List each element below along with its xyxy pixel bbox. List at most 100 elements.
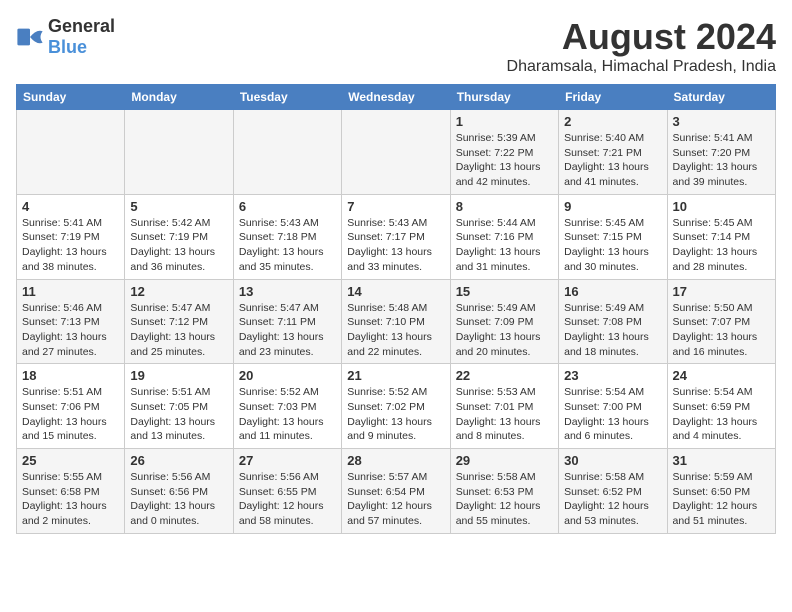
logo-general: General [48,16,115,36]
calendar-cell [125,110,233,195]
day-number: 9 [564,199,661,214]
day-info: Sunrise: 5:59 AM Sunset: 6:50 PM Dayligh… [673,470,770,529]
calendar-cell: 10 Sunrise: 5:45 AM Sunset: 7:14 PM Dayli… [667,194,775,279]
calendar-cell: 9 Sunrise: 5:45 AM Sunset: 7:15 PM Daylig… [559,194,667,279]
calendar-cell: 20 Sunrise: 5:52 AM Sunset: 7:03 PM Dayli… [233,364,341,449]
day-number: 3 [673,114,770,129]
subtitle: Dharamsala, Himachal Pradesh, India [507,58,776,76]
day-info: Sunrise: 5:48 AM Sunset: 7:10 PM Dayligh… [347,301,444,360]
calendar-cell: 31 Sunrise: 5:59 AM Sunset: 6:50 PM Dayli… [667,449,775,534]
day-info: Sunrise: 5:52 AM Sunset: 7:03 PM Dayligh… [239,385,336,444]
day-number: 26 [130,453,227,468]
day-number: 5 [130,199,227,214]
day-info: Sunrise: 5:54 AM Sunset: 7:00 PM Dayligh… [564,385,661,444]
day-number: 22 [456,368,553,383]
weekday-header: Saturday [667,85,775,110]
logo-text: General Blue [48,16,115,58]
day-number: 10 [673,199,770,214]
calendar-cell: 8 Sunrise: 5:44 AM Sunset: 7:16 PM Daylig… [450,194,558,279]
calendar-week-row: 1Sunrise: 5:39 AM Sunset: 7:22 PM Daylig… [17,110,776,195]
day-info: Sunrise: 5:44 AM Sunset: 7:16 PM Dayligh… [456,216,553,275]
calendar-header-row: SundayMondayTuesdayWednesdayThursdayFrid… [17,85,776,110]
day-info: Sunrise: 5:45 AM Sunset: 7:14 PM Dayligh… [673,216,770,275]
calendar-cell: 28Sunrise: 5:57 AM Sunset: 6:54 PM Dayli… [342,449,450,534]
calendar-cell: 23 Sunrise: 5:54 AM Sunset: 7:00 PM Dayli… [559,364,667,449]
day-number: 24 [673,368,770,383]
day-info: Sunrise: 5:58 AM Sunset: 6:52 PM Dayligh… [564,470,661,529]
day-number: 8 [456,199,553,214]
calendar-week-row: 25 Sunrise: 5:55 AM Sunset: 6:58 PM Dayli… [17,449,776,534]
calendar-week-row: 18 Sunrise: 5:51 AM Sunset: 7:06 PM Dayli… [17,364,776,449]
day-number: 21 [347,368,444,383]
calendar-cell: 12Sunrise: 5:47 AM Sunset: 7:12 PM Dayli… [125,279,233,364]
calendar-cell: 25 Sunrise: 5:55 AM Sunset: 6:58 PM Dayli… [17,449,125,534]
day-number: 11 [22,284,119,299]
calendar-cell: 30 Sunrise: 5:58 AM Sunset: 6:52 PM Dayli… [559,449,667,534]
calendar-cell: 6 Sunrise: 5:43 AM Sunset: 7:18 PM Daylig… [233,194,341,279]
day-number: 17 [673,284,770,299]
calendar-cell: 4Sunrise: 5:41 AM Sunset: 7:19 PM Daylig… [17,194,125,279]
day-number: 18 [22,368,119,383]
day-number: 29 [456,453,553,468]
day-number: 23 [564,368,661,383]
day-info: Sunrise: 5:50 AM Sunset: 7:07 PM Dayligh… [673,301,770,360]
day-info: Sunrise: 5:47 AM Sunset: 7:12 PM Dayligh… [130,301,227,360]
calendar-cell [342,110,450,195]
calendar-cell: 21 Sunrise: 5:52 AM Sunset: 7:02 PM Dayli… [342,364,450,449]
day-number: 19 [130,368,227,383]
weekday-header: Tuesday [233,85,341,110]
day-info: Sunrise: 5:57 AM Sunset: 6:54 PM Dayligh… [347,470,444,529]
day-info: Sunrise: 5:46 AM Sunset: 7:13 PM Dayligh… [22,301,119,360]
day-info: Sunrise: 5:56 AM Sunset: 6:55 PM Dayligh… [239,470,336,529]
day-number: 31 [673,453,770,468]
calendar-cell: 17 Sunrise: 5:50 AM Sunset: 7:07 PM Dayli… [667,279,775,364]
day-info: Sunrise: 5:45 AM Sunset: 7:15 PM Dayligh… [564,216,661,275]
calendar-cell: 11 Sunrise: 5:46 AM Sunset: 7:13 PM Dayli… [17,279,125,364]
calendar-cell: 19Sunrise: 5:51 AM Sunset: 7:05 PM Dayli… [125,364,233,449]
calendar-cell: 29Sunrise: 5:58 AM Sunset: 6:53 PM Dayli… [450,449,558,534]
logo: General Blue [16,16,115,58]
logo-blue: Blue [48,37,87,57]
calendar-cell: 18 Sunrise: 5:51 AM Sunset: 7:06 PM Dayli… [17,364,125,449]
day-info: Sunrise: 5:56 AM Sunset: 6:56 PM Dayligh… [130,470,227,529]
calendar-cell: 26 Sunrise: 5:56 AM Sunset: 6:56 PM Dayli… [125,449,233,534]
day-info: Sunrise: 5:55 AM Sunset: 6:58 PM Dayligh… [22,470,119,529]
logo-icon [16,23,44,51]
header: General Blue August 2024 Dharamsala, Him… [16,16,776,76]
weekday-header: Friday [559,85,667,110]
day-number: 13 [239,284,336,299]
calendar-body: 1Sunrise: 5:39 AM Sunset: 7:22 PM Daylig… [17,110,776,534]
day-info: Sunrise: 5:51 AM Sunset: 7:06 PM Dayligh… [22,385,119,444]
calendar-cell: 24Sunrise: 5:54 AM Sunset: 6:59 PM Dayli… [667,364,775,449]
calendar-week-row: 4Sunrise: 5:41 AM Sunset: 7:19 PM Daylig… [17,194,776,279]
title-area: August 2024 Dharamsala, Himachal Pradesh… [507,16,776,76]
calendar-cell: 2Sunrise: 5:40 AM Sunset: 7:21 PM Daylig… [559,110,667,195]
day-number: 30 [564,453,661,468]
weekday-header: Sunday [17,85,125,110]
day-number: 2 [564,114,661,129]
calendar-cell: 15Sunrise: 5:49 AM Sunset: 7:09 PM Dayli… [450,279,558,364]
day-info: Sunrise: 5:49 AM Sunset: 7:09 PM Dayligh… [456,301,553,360]
day-info: Sunrise: 5:52 AM Sunset: 7:02 PM Dayligh… [347,385,444,444]
calendar-cell [233,110,341,195]
calendar-cell: 27 Sunrise: 5:56 AM Sunset: 6:55 PM Dayli… [233,449,341,534]
calendar-cell: 1Sunrise: 5:39 AM Sunset: 7:22 PM Daylig… [450,110,558,195]
day-number: 6 [239,199,336,214]
calendar-cell: 22 Sunrise: 5:53 AM Sunset: 7:01 PM Dayli… [450,364,558,449]
calendar-cell: 14 Sunrise: 5:48 AM Sunset: 7:10 PM Dayli… [342,279,450,364]
day-number: 1 [456,114,553,129]
calendar-cell: 3 Sunrise: 5:41 AM Sunset: 7:20 PM Daylig… [667,110,775,195]
day-number: 20 [239,368,336,383]
calendar-cell: 13Sunrise: 5:47 AM Sunset: 7:11 PM Dayli… [233,279,341,364]
calendar-week-row: 11 Sunrise: 5:46 AM Sunset: 7:13 PM Dayli… [17,279,776,364]
day-number: 27 [239,453,336,468]
weekday-header: Thursday [450,85,558,110]
calendar-cell: 16Sunrise: 5:49 AM Sunset: 7:08 PM Dayli… [559,279,667,364]
day-number: 7 [347,199,444,214]
day-info: Sunrise: 5:53 AM Sunset: 7:01 PM Dayligh… [456,385,553,444]
day-info: Sunrise: 5:43 AM Sunset: 7:18 PM Dayligh… [239,216,336,275]
day-info: Sunrise: 5:41 AM Sunset: 7:19 PM Dayligh… [22,216,119,275]
day-number: 14 [347,284,444,299]
day-number: 25 [22,453,119,468]
day-info: Sunrise: 5:41 AM Sunset: 7:20 PM Dayligh… [673,131,770,190]
